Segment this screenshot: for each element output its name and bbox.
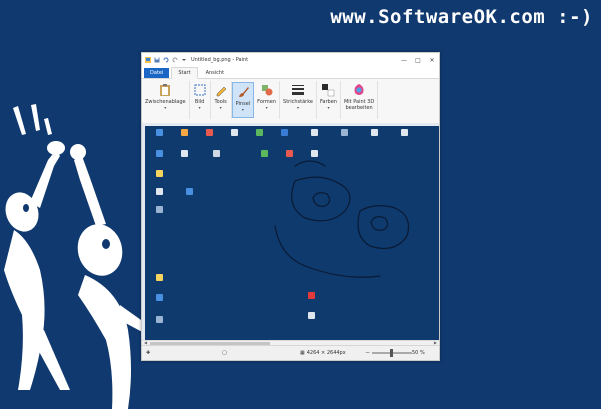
tools-arrow: ▾ bbox=[219, 105, 222, 110]
status-bar: ✚ ▢ ▦ 4264 × 2644px 50 % − + bbox=[142, 345, 439, 360]
pencil-tool-icon bbox=[216, 86, 226, 97]
zoom-out-button[interactable]: − bbox=[365, 349, 370, 356]
paint3d-icon bbox=[354, 84, 364, 95]
maximize-button[interactable]: □ bbox=[411, 53, 425, 67]
paint-window: Untitled_bg.png - Paint — □ ✕ Datei Star… bbox=[141, 52, 440, 361]
cartoon-figures-illustration bbox=[4, 104, 148, 409]
shapes-arrow: ▾ bbox=[265, 105, 268, 110]
selection-size-icon: ▢ bbox=[222, 350, 227, 356]
image-group[interactable]: Bild ▾ bbox=[190, 81, 211, 119]
window-controls: — □ ✕ bbox=[397, 53, 439, 67]
drawing-canvas[interactable]: ​ ​ ​ ​ ​ ​ ​ ​ ​ ​ ​ ​ ​ ​ ​ ​ ​ ​ ​ ​ … bbox=[145, 126, 439, 340]
image-dimensions-text: 4264 × 2644px bbox=[306, 350, 346, 356]
tab-file[interactable]: Datei bbox=[144, 68, 170, 78]
close-button[interactable]: ✕ bbox=[425, 53, 439, 67]
brushes-arrow: ▾ bbox=[241, 107, 244, 112]
clipboard-arrow: ▾ bbox=[164, 105, 167, 110]
size-group[interactable]: Strichstärke ▾ bbox=[280, 81, 317, 119]
quick-access-toolbar bbox=[145, 57, 187, 63]
brush-icon bbox=[238, 87, 249, 97]
canvas-area: ​ ​ ​ ​ ​ ​ ​ ​ ​ ​ ​ ​ ​ ​ ​ ​ ​ ​ ​ ​ … bbox=[142, 123, 439, 345]
image-dimensions: ▦ 4264 × 2644px bbox=[300, 350, 346, 356]
tools-group[interactable]: Tools ▾ bbox=[211, 81, 232, 119]
watermark-text: www.SoftwareOK.com :-) bbox=[330, 6, 593, 28]
image-select-icon bbox=[194, 84, 206, 96]
brushes-group[interactable]: Pinsel ▾ bbox=[231, 82, 255, 118]
zoom-slider-knob[interactable] bbox=[390, 349, 393, 357]
shapes-icon bbox=[261, 85, 273, 96]
paint-app-icon bbox=[145, 57, 151, 63]
ribbon: Zwischenablage ▾ Bild ▾ Tools ▾ Pinsel ▾… bbox=[142, 79, 439, 124]
title-bar: Untitled_bg.png - Paint — □ ✕ bbox=[142, 53, 439, 67]
clipboard-icon bbox=[160, 84, 171, 96]
paint3d-label-line2: bearbeiten bbox=[345, 105, 373, 111]
minimize-button[interactable]: — bbox=[397, 53, 411, 67]
dropdown-icon[interactable] bbox=[181, 57, 187, 63]
save-icon[interactable] bbox=[154, 57, 160, 63]
image-arrow: ▾ bbox=[198, 105, 201, 110]
tab-view[interactable]: Ansicht bbox=[200, 68, 230, 78]
cursor-position-icon: ✚ bbox=[146, 350, 151, 356]
image-size-icon: ▦ bbox=[300, 350, 305, 356]
line-width-icon bbox=[292, 85, 304, 95]
color-palette-icon bbox=[322, 84, 335, 97]
zoom-level: 50 % bbox=[412, 350, 425, 356]
colors-group[interactable]: Farben ▾ bbox=[317, 81, 341, 119]
ribbon-tabs: Datei Start Ansicht bbox=[142, 67, 439, 79]
freehand-drawing bbox=[274, 160, 410, 278]
colors-arrow: ▾ bbox=[327, 105, 330, 110]
redo-icon[interactable] bbox=[172, 57, 178, 63]
window-title: Untitled_bg.png - Paint bbox=[191, 57, 249, 63]
paint3d-group[interactable]: Mit Paint 3D bearbeiten bbox=[341, 81, 379, 119]
undo-icon[interactable] bbox=[163, 57, 169, 63]
tab-start[interactable]: Start bbox=[171, 67, 198, 79]
zoom-slider[interactable] bbox=[372, 349, 412, 357]
clipboard-group[interactable]: Zwischenablage ▾ bbox=[142, 81, 190, 119]
size-arrow: ▾ bbox=[297, 105, 300, 110]
shapes-group[interactable]: Formen ▾ bbox=[254, 81, 281, 119]
